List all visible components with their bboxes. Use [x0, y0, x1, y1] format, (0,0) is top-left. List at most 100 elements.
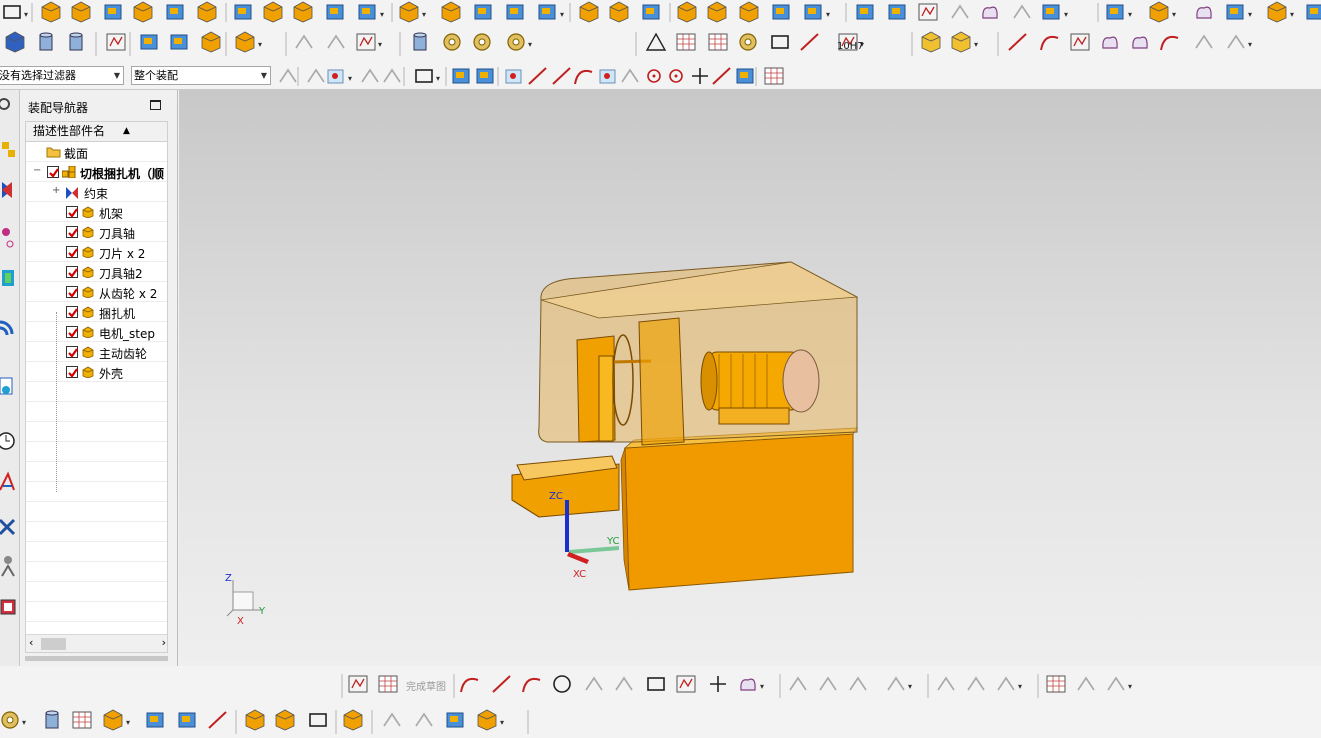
drawing-grid-icon[interactable]: [708, 33, 728, 51]
make-corner-icon[interactable]: [849, 676, 867, 691]
chevron-down-icon[interactable]: ▾: [528, 40, 532, 49]
chevron-down-icon[interactable]: ▾: [1128, 10, 1132, 19]
spring-icon[interactable]: [413, 32, 427, 51]
visibility-checkbox[interactable]: [66, 226, 78, 238]
text-note-icon[interactable]: [235, 31, 255, 53]
chevron-down-icon[interactable]: ▾: [908, 682, 912, 691]
finish-sketch-icon[interactable]: [378, 675, 398, 693]
clearance-icon[interactable]: [415, 712, 433, 727]
line-icon[interactable]: [1008, 33, 1027, 51]
sort-ascending-icon[interactable]: ▲: [123, 122, 130, 141]
sew-icon[interactable]: [538, 4, 556, 20]
new-parent-icon[interactable]: [103, 709, 123, 731]
move-face-icon[interactable]: [1106, 4, 1124, 20]
intersection-icon[interactable]: [599, 69, 616, 84]
chevron-down-icon[interactable]: ▾: [258, 40, 262, 49]
block-icon[interactable]: [677, 1, 697, 23]
point-snap-icon[interactable]: [505, 69, 522, 84]
tree-row[interactable]: 截面: [26, 142, 167, 162]
end-point-icon[interactable]: [528, 67, 547, 85]
selection-scope-dropdown[interactable]: 整个装配 ▼: [131, 66, 271, 85]
mid-point-icon[interactable]: [552, 67, 571, 85]
rapid-dimension-icon[interactable]: [937, 676, 955, 691]
project-curve-icon[interactable]: [1195, 34, 1213, 49]
spline-icon[interactable]: [327, 34, 345, 49]
revolve-icon[interactable]: [71, 1, 91, 23]
part-navigator-icon[interactable]: [2, 228, 14, 248]
resize-blend-icon[interactable]: [1267, 1, 1287, 23]
history-icon[interactable]: [0, 377, 13, 395]
move-component-icon[interactable]: [170, 34, 188, 50]
constraint-navigator-icon[interactable]: [2, 182, 12, 198]
intersect-curve-icon[interactable]: [1227, 34, 1245, 49]
assembly-navigator-icon[interactable]: [2, 142, 15, 157]
envelope-icon[interactable]: [477, 709, 497, 731]
annotation-icon[interactable]: [106, 33, 126, 51]
assembly-model[interactable]: ZC YC XC: [511, 261, 859, 591]
chevron-down-icon[interactable]: ▾: [560, 10, 564, 19]
cylinder-icon[interactable]: [707, 1, 727, 23]
clock-icon[interactable]: [0, 432, 15, 450]
visibility-checkbox[interactable]: [66, 366, 78, 378]
process-studio-icon[interactable]: [0, 518, 16, 536]
assembly-constraint-icon[interactable]: [5, 31, 25, 53]
face-blend-icon[interactable]: [856, 4, 874, 20]
role-icon[interactable]: [1, 556, 15, 577]
sketch-circle-icon[interactable]: [553, 675, 571, 693]
column-header-part-name[interactable]: 描述性部件名 ▲: [26, 122, 167, 142]
sketch-rectangle-icon[interactable]: [647, 677, 665, 691]
visual-analysis-icon[interactable]: [0, 471, 15, 491]
assembly-cut-icon[interactable]: [446, 712, 464, 728]
chevron-down-icon[interactable]: ▾: [22, 718, 26, 727]
sketch-toolbar-icons[interactable]: ▾ ▾ ▾ ▾: [0, 666, 1321, 704]
tree-row[interactable]: 从齿轮 x 2: [26, 282, 167, 302]
visibility-checkbox[interactable]: [66, 346, 78, 358]
scrollbar-thumb[interactable]: [41, 638, 66, 650]
offset-curve-sketch-icon[interactable]: [887, 676, 905, 691]
layers-icon[interactable]: [39, 32, 53, 51]
bolt-icon[interactable]: [507, 33, 525, 51]
select-all-icon[interactable]: [476, 68, 494, 84]
boss-icon[interactable]: [133, 1, 153, 23]
sheet-icon[interactable]: [771, 35, 789, 49]
web-browser-icon[interactable]: [0, 320, 14, 336]
tree-row[interactable]: − 切根捆扎机（顺: [26, 162, 167, 182]
tree-row[interactable]: + 约束: [26, 182, 167, 202]
rectangle-select-icon[interactable]: [415, 69, 433, 83]
thread-icon[interactable]: [443, 33, 461, 51]
control-point-icon[interactable]: [574, 69, 593, 85]
chevron-down-icon[interactable]: ▾: [380, 10, 384, 19]
table-icon[interactable]: [676, 33, 696, 51]
show-hide-icon[interactable]: [452, 68, 470, 84]
chevron-down-icon[interactable]: ▾: [1064, 10, 1068, 19]
pocket-icon[interactable]: [166, 4, 184, 20]
geometric-constraint-icon[interactable]: [997, 676, 1015, 691]
toolbar-icons-row-1[interactable]: ▾ ▾ ▾ ▾ ▾ ▾ ▾ ▾ ▾ ▾: [0, 0, 1321, 26]
scroll-right-icon[interactable]: ›: [162, 636, 166, 649]
linear-dimension-icon[interactable]: [967, 676, 985, 691]
existing-point-icon[interactable]: [669, 69, 683, 83]
horizontal-scrollbar[interactable]: ‹ ›: [26, 634, 167, 652]
toolbar-icons-row-2[interactable]: ▾ ▾ ▾ ▾ ▾ ▾: [0, 26, 1321, 62]
visibility-checkbox[interactable]: [47, 166, 59, 178]
extrude-icon[interactable]: [41, 1, 61, 23]
reposition-icon[interactable]: [201, 31, 221, 53]
mirror-component-icon[interactable]: [178, 712, 196, 728]
filter-settings-icon[interactable]: [279, 68, 297, 83]
trim-body-icon[interactable]: [474, 4, 492, 20]
pattern-component-icon[interactable]: [146, 712, 164, 728]
fillet-icon[interactable]: [585, 676, 603, 691]
collapse-icon[interactable]: −: [33, 165, 41, 176]
brush-icon[interactable]: [800, 33, 819, 51]
draft-icon[interactable]: [399, 1, 419, 23]
shell-icon[interactable]: [441, 1, 461, 23]
sketch-polygon-icon[interactable]: [740, 678, 756, 691]
display-constraints-icon[interactable]: [1107, 676, 1125, 691]
point-on-surface-icon[interactable]: [712, 67, 731, 85]
chevron-down-icon[interactable]: ▾: [974, 40, 978, 49]
mirror-assembly-icon[interactable]: [951, 31, 971, 53]
chevron-down-icon[interactable]: ▾: [1248, 10, 1252, 19]
quadrant-icon[interactable]: [647, 69, 661, 83]
constraint-component-icon[interactable]: [208, 711, 227, 729]
chamfer-icon[interactable]: [615, 676, 633, 691]
